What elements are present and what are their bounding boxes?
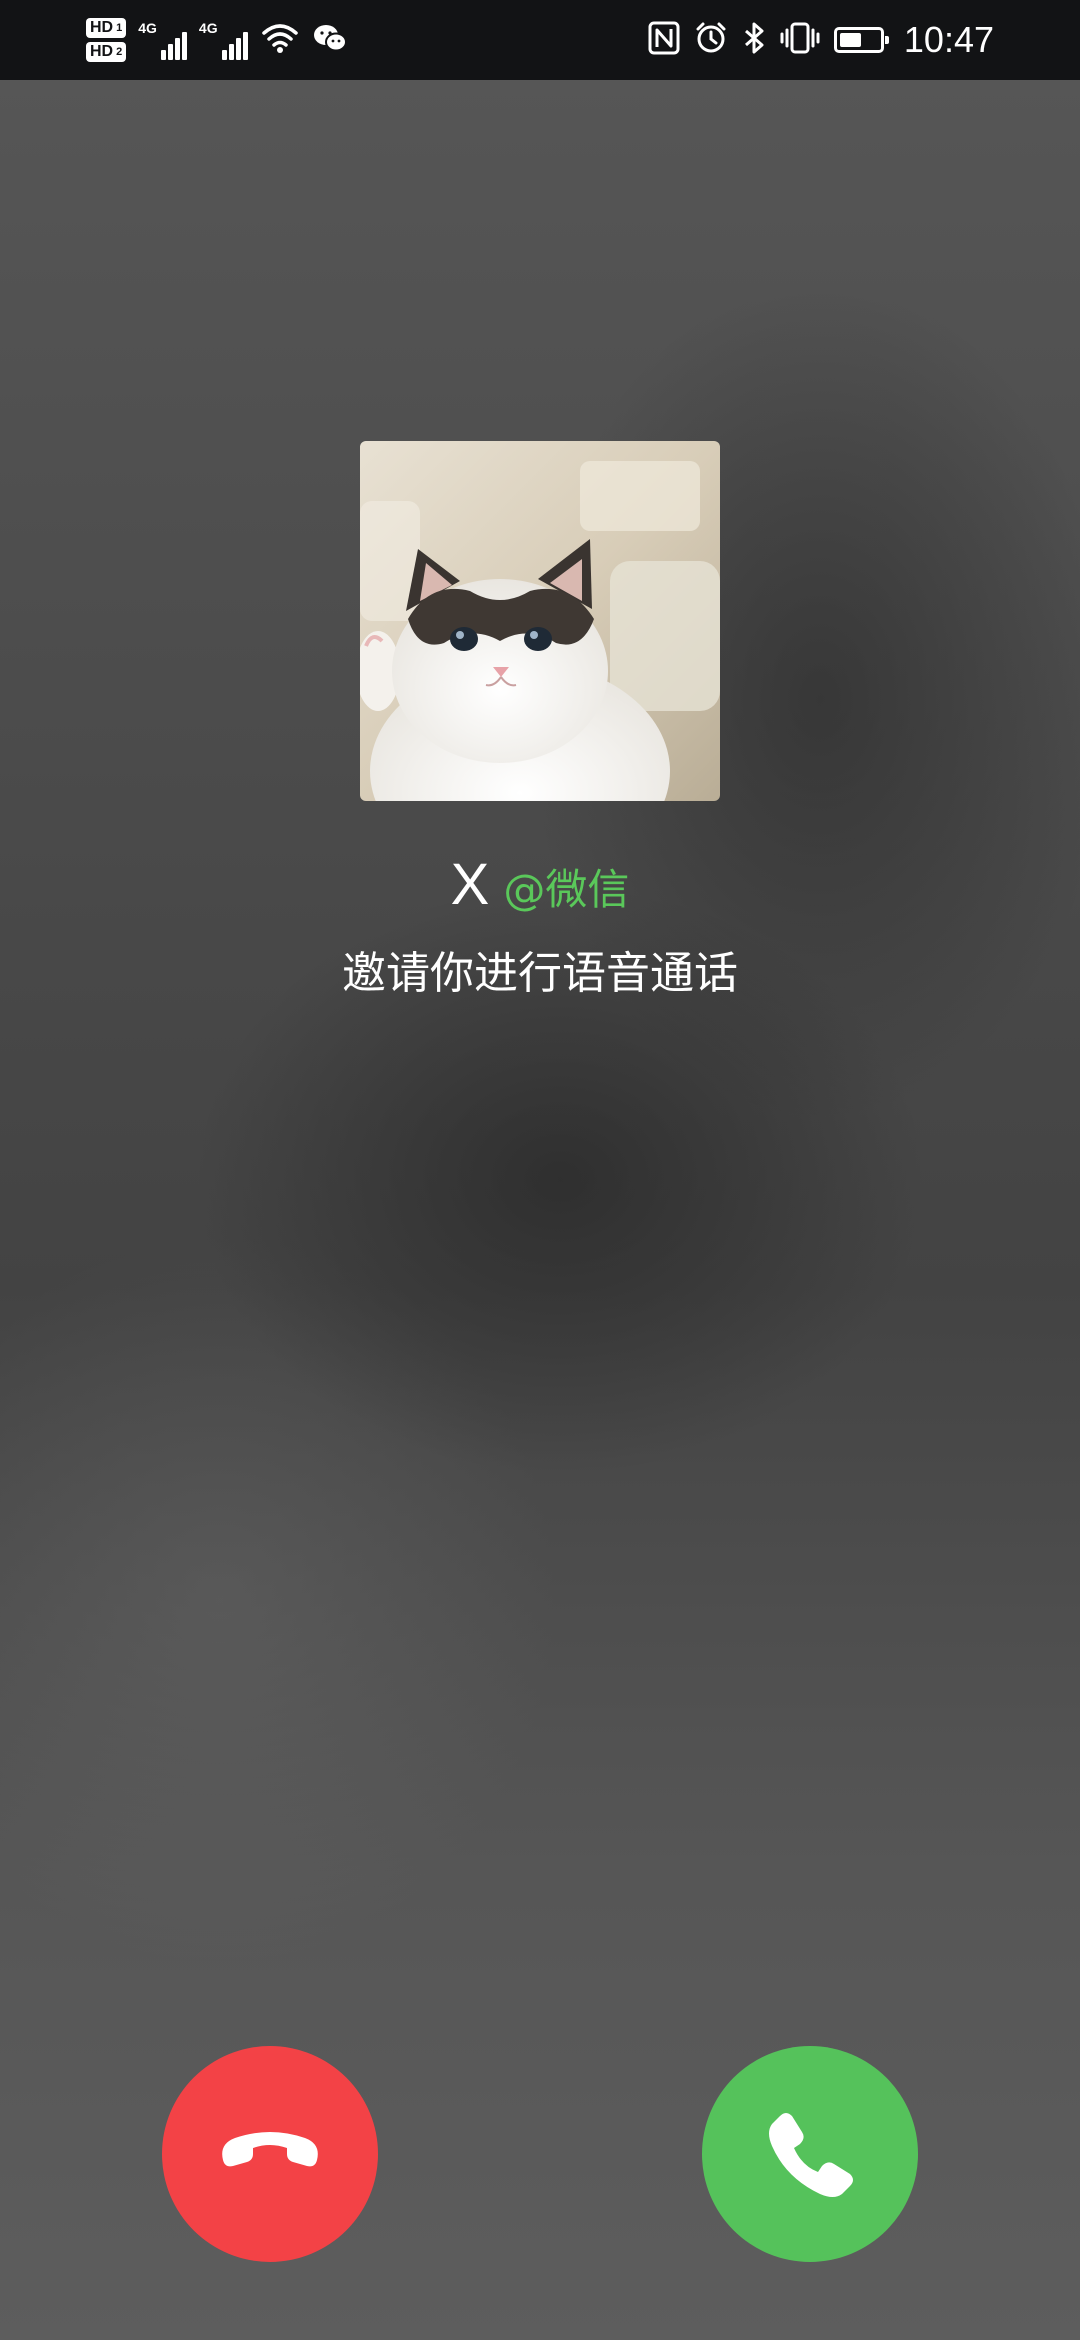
hang-up-icon [222, 2132, 318, 2167]
signal-bar [235, 38, 241, 60]
phone-icon [769, 2113, 853, 2197]
signal-bar [242, 32, 248, 60]
status-bar-left: HD 1 HD 2 4G 4G [86, 10, 348, 70]
signal-bar [160, 50, 166, 60]
signal-bar [167, 44, 173, 60]
network-type: 4G [138, 20, 157, 36]
signal-bar [221, 50, 227, 60]
wifi-icon [260, 21, 300, 59]
caller-info: X @微信 [0, 850, 1080, 925]
signal-icon: 4G [138, 20, 187, 60]
signal-bar [174, 38, 180, 60]
hd-voice-indicators: HD 1 HD 2 [86, 18, 127, 62]
signal-bar [228, 44, 234, 60]
sim-number: 2 [116, 46, 123, 58]
cat-avatar [360, 441, 720, 801]
hd-label: HD [90, 19, 114, 36]
decline-call-button[interactable] [162, 2046, 378, 2262]
battery-icon [833, 27, 889, 53]
accept-call-button[interactable] [702, 2046, 918, 2262]
bluetooth-icon [742, 21, 766, 59]
signal-icon: 4G [199, 20, 248, 60]
signal-bar [181, 32, 187, 60]
hd-badge-sim1: HD 1 [86, 18, 127, 38]
hd-badge-sim2: HD 2 [86, 42, 127, 62]
call-invitation-text: 邀请你进行语音通话 [342, 948, 738, 999]
caller-avatar [360, 441, 720, 801]
hd-label: HD [90, 43, 114, 60]
status-bar-right: 10:47 [648, 10, 994, 70]
clock: 10:47 [903, 19, 994, 60]
alarm-icon [694, 21, 728, 59]
nfc-icon [648, 21, 680, 59]
vibrate-icon [780, 21, 820, 59]
caller-source: @微信 [503, 865, 630, 914]
wechat-icon [312, 23, 348, 57]
battery-fill [839, 33, 861, 47]
network-type: 4G [198, 20, 218, 36]
blurred-background [0, 0, 1080, 2340]
sim-number: 1 [116, 22, 123, 34]
status-bar: HD 1 HD 2 4G 4G 10:47 [0, 0, 1080, 80]
caller-name: X [450, 852, 490, 917]
